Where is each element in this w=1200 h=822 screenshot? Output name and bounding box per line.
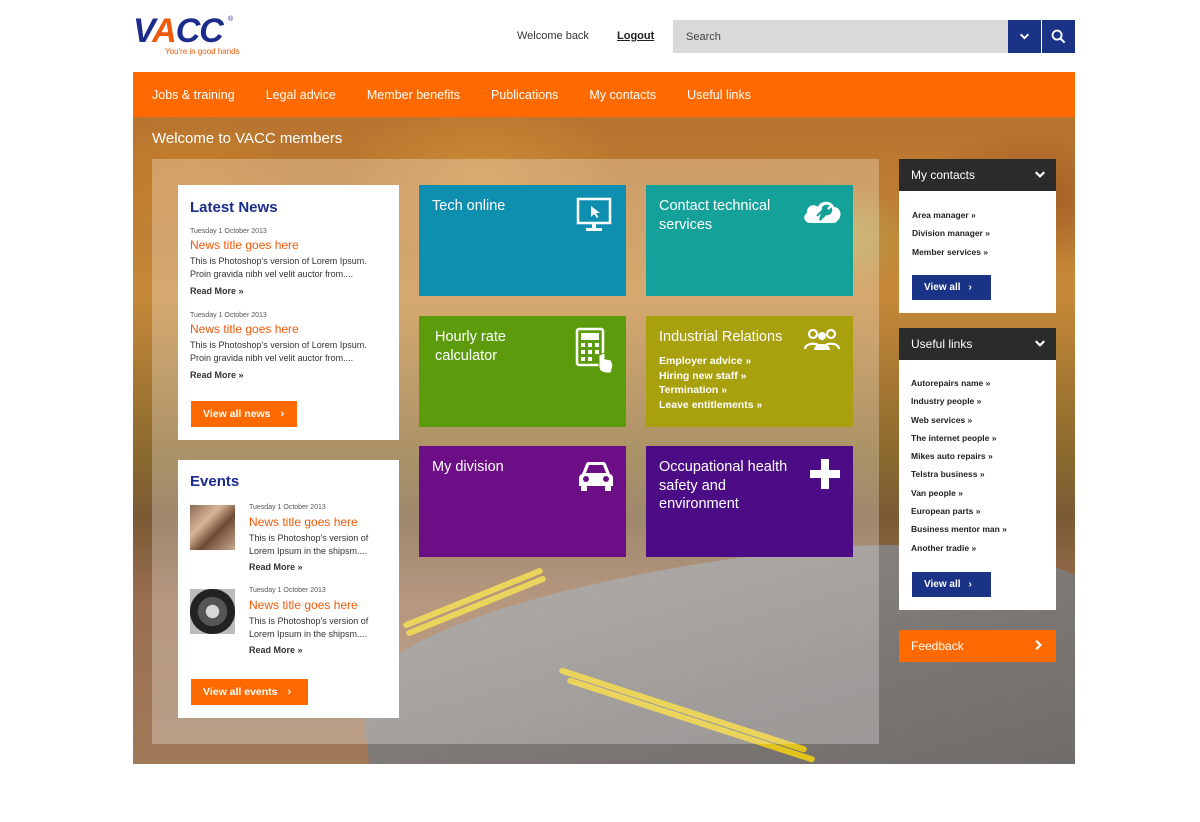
tile-title: Occupational health safety and environme… — [659, 459, 788, 512]
useful-links-view-all-button[interactable]: View all › — [912, 572, 991, 597]
events-title: Events — [190, 473, 240, 490]
view-all-news-button[interactable]: View all news › — [191, 401, 297, 427]
logo-wordmark: VACC — [133, 12, 224, 50]
search-scope-dropdown[interactable] — [1008, 20, 1041, 53]
contact-link[interactable]: Member services » — [912, 243, 990, 261]
useful-link[interactable]: Industry people » — [911, 392, 1007, 410]
useful-links-header[interactable]: Useful links — [899, 328, 1056, 360]
search-button[interactable] — [1042, 20, 1075, 53]
tile-title: Contact technical services — [659, 198, 771, 233]
event-title-link[interactable]: News title goes here — [249, 515, 358, 529]
nav-my-contacts[interactable]: My contacts — [589, 88, 656, 102]
tile-hourly-rate-calculator[interactable]: Hourly rate calculator — [419, 316, 626, 427]
latest-news-card: Latest News Tuesday 1 October 2013 News … — [178, 185, 399, 440]
news-title-link[interactable]: News title goes here — [190, 238, 299, 252]
calculator-icon — [575, 327, 614, 374]
view-all-events-button[interactable]: View all events › — [191, 679, 308, 705]
vacc-logo[interactable]: VACC ® You're in good hands — [133, 14, 248, 60]
event-date: Tuesday 1 October 2013 — [249, 504, 326, 511]
panel-title: My contacts — [911, 168, 976, 182]
chevron-right-icon: › — [287, 686, 292, 698]
event-excerpt: This is Photoshop's version of Lorem Ips… — [249, 616, 369, 639]
tile-my-division[interactable]: My division — [419, 446, 626, 557]
main-nav: Jobs & training Legal advice Member bene… — [133, 72, 1075, 117]
tile-occupational-health-safety[interactable]: Occupational health safety and environme… — [646, 446, 853, 557]
useful-link[interactable]: Mikes auto repairs » — [911, 447, 1007, 465]
my-contacts-header[interactable]: My contacts — [899, 159, 1056, 191]
people-photo — [190, 505, 235, 550]
contact-link[interactable]: Division manager » — [912, 224, 990, 242]
useful-links-body: Autorepairs name » Industry people » Web… — [899, 360, 1056, 610]
nav-publications[interactable]: Publications — [491, 88, 558, 102]
cloud-wrench-icon — [804, 201, 841, 223]
news-date: Tuesday 1 October 2013 — [190, 312, 267, 319]
news-excerpt: This is Photoshop's version of Lorem Ips… — [190, 256, 367, 279]
contacts-view-all-button[interactable]: View all › — [912, 275, 991, 300]
button-label: View all — [924, 282, 961, 293]
read-more-link[interactable]: Read More » — [190, 286, 244, 296]
button-label: View all news — [203, 408, 271, 420]
nav-jobs-training[interactable]: Jobs & training — [152, 88, 235, 102]
event-date: Tuesday 1 October 2013 — [249, 587, 326, 594]
people-icon — [803, 328, 841, 350]
ir-links: Employer advice » Hiring new staff » Ter… — [659, 354, 762, 412]
nav-member-benefits[interactable]: Member benefits — [367, 88, 460, 102]
tile-tech-online[interactable]: Tech online — [419, 185, 626, 296]
news-date: Tuesday 1 October 2013 — [190, 228, 267, 235]
useful-link[interactable]: Van people » — [911, 484, 1007, 502]
logo-tagline: You're in good hands — [165, 47, 240, 56]
event-title-link[interactable]: News title goes here — [249, 598, 358, 612]
tyre-photo — [190, 589, 235, 634]
latest-news-title: Latest News — [190, 199, 278, 216]
chevron-down-icon — [1019, 33, 1030, 40]
tile-contact-technical-services[interactable]: Contact technical services — [646, 185, 853, 296]
my-contacts-body: Area manager » Division manager » Member… — [899, 191, 1056, 313]
useful-link[interactable]: Business mentor man » — [911, 520, 1007, 538]
read-more-link[interactable]: Read More » — [190, 370, 244, 380]
car-icon — [579, 462, 613, 491]
event-excerpt: This is Photoshop's version of Lorem Ips… — [249, 533, 369, 556]
chevron-right-icon: › — [280, 408, 285, 420]
tile-title: My division — [432, 459, 504, 475]
plus-icon — [810, 459, 840, 489]
button-label: View all events — [203, 686, 278, 698]
tile-title: Industrial Relations — [659, 329, 783, 345]
events-card: Events Tuesday 1 October 2013 News title… — [178, 460, 399, 718]
link-employer-advice[interactable]: Employer advice » — [659, 354, 762, 369]
read-more-link[interactable]: Read More » — [249, 645, 303, 655]
chevron-right-icon: › — [968, 579, 972, 590]
contact-link[interactable]: Area manager » — [912, 206, 990, 224]
tile-industrial-relations[interactable]: Industrial Relations Employer advice » H… — [646, 316, 853, 427]
read-more-link[interactable]: Read More » — [249, 562, 303, 572]
nav-useful-links[interactable]: Useful links — [687, 88, 751, 102]
tile-title: Tech online — [432, 198, 506, 214]
search-input[interactable] — [673, 20, 1008, 53]
news-title-link[interactable]: News title goes here — [190, 322, 299, 336]
chevron-right-icon — [1035, 640, 1042, 650]
feedback-button[interactable]: Feedback — [899, 630, 1056, 662]
tile-title: Hourly rate calculator — [435, 329, 506, 364]
logout-link[interactable]: Logout — [617, 30, 654, 42]
chevron-down-icon — [1035, 340, 1045, 347]
link-termination[interactable]: Termination » — [659, 383, 762, 398]
useful-link[interactable]: Autorepairs name » — [911, 374, 1007, 392]
chevron-right-icon: › — [968, 282, 972, 293]
news-excerpt: This is Photoshop's version of Lorem Ips… — [190, 340, 367, 363]
button-label: View all — [924, 579, 961, 590]
useful-link[interactable]: Telstra business » — [911, 465, 1007, 483]
panel-title: Useful links — [911, 337, 973, 351]
monitor-icon — [576, 197, 612, 231]
useful-link[interactable]: Web services » — [911, 411, 1007, 429]
useful-link[interactable]: The internet people » — [911, 429, 1007, 447]
link-leave-entitlements[interactable]: Leave entitlements » — [659, 398, 762, 413]
useful-link[interactable]: European parts » — [911, 502, 1007, 520]
hero-title: Welcome to VACC members — [152, 130, 343, 147]
chevron-down-icon — [1035, 171, 1045, 178]
useful-link[interactable]: Another tradie » — [911, 539, 1007, 557]
button-label: Feedback — [911, 639, 964, 653]
link-hiring-new-staff[interactable]: Hiring new staff » — [659, 369, 762, 384]
welcome-text: Welcome back — [517, 30, 589, 42]
search-icon — [1051, 29, 1066, 44]
nav-legal-advice[interactable]: Legal advice — [266, 88, 336, 102]
